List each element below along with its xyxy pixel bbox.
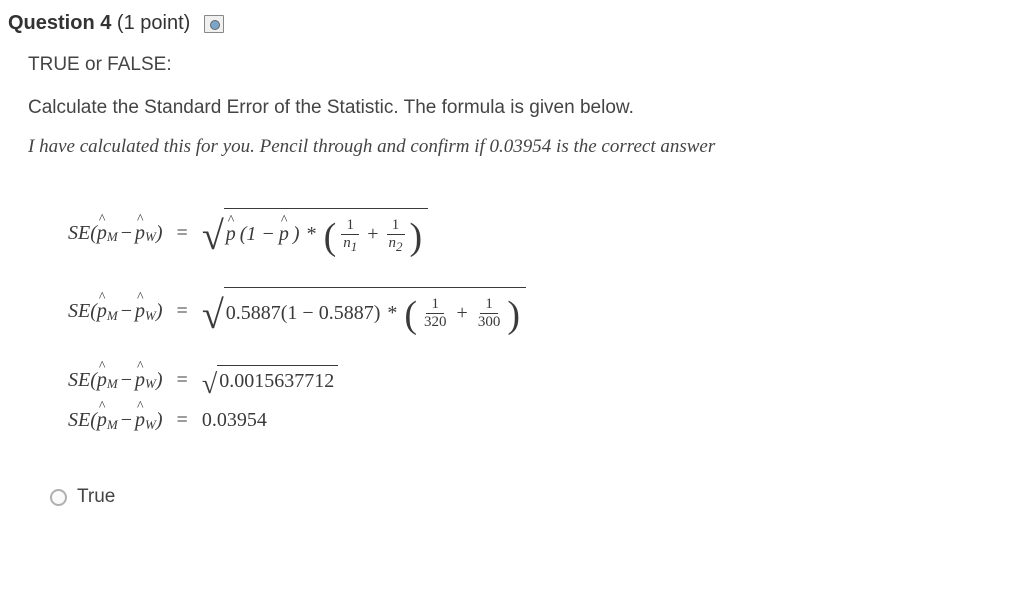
formula-lhs-2: SE( pM − pW ) — [68, 300, 163, 323]
minus-op: − — [121, 222, 132, 245]
equals: = — [177, 222, 188, 245]
formula-lhs-4: SE( pM − pW ) — [68, 409, 163, 432]
intermediate-value: 0.0015637712 — [219, 370, 334, 393]
question-points: (1 point) — [117, 12, 190, 34]
sqrt-2: √ 0.5887(1 − 0.5887) * ( 1 320 + 1 300 — [202, 287, 526, 338]
sqrt-1: √ p (1 − p ) * ( 1 n1 + — [202, 208, 428, 259]
prompt-note: I have calculated this for you. Pencil t… — [28, 136, 1016, 158]
close-paren-text: ) — [293, 223, 300, 246]
formula-line-2: SE( pM − pW ) = √ 0.5887(1 − 0.5887) * (… — [68, 287, 976, 338]
phat2: p — [279, 223, 289, 246]
radio-icon[interactable] — [50, 489, 67, 506]
question-body: TRUE or FALSE: Calculate the Standard Er… — [8, 51, 1016, 508]
radical-icon: √ — [202, 295, 224, 346]
answer-option-true[interactable]: True — [28, 486, 1016, 508]
lhs-open: SE( — [68, 222, 97, 245]
final-result: 0.03954 — [202, 409, 267, 432]
frac-1-n1: 1 n1 — [340, 217, 360, 253]
phat: p — [226, 223, 236, 246]
plus-op: + — [367, 223, 378, 246]
formula-line-1: SE( pM − pW ) = √ p (1 − p ) * ( — [68, 208, 976, 259]
frac-1-320: 1 320 — [421, 296, 450, 332]
big-paren-open: ( — [324, 222, 337, 252]
formula-lhs-3: SE( pM − pW ) — [68, 369, 163, 392]
formula-lhs: SE( pM − pW ) — [68, 222, 163, 245]
question-number: 4 — [100, 12, 111, 34]
radicand-1: p (1 − p ) * ( 1 n1 + 1 n2 — [224, 208, 428, 259]
option-label: True — [77, 486, 115, 508]
frac-1-300: 1 300 — [475, 296, 504, 332]
substituted-values: 0.5887(1 − 0.5887) — [226, 302, 381, 325]
radicand-2: 0.5887(1 − 0.5887) * ( 1 320 + 1 300 ) — [224, 287, 526, 338]
formula-line-3: SE( pM − pW ) = √ 0.0015637712 — [68, 365, 976, 395]
phat-w: p — [135, 222, 145, 245]
radical-icon: √ — [202, 216, 224, 267]
sub-w: W — [145, 229, 156, 245]
open-paren-text: (1 − — [240, 223, 275, 246]
radical-icon: √ — [202, 371, 217, 401]
question-label: Question — [8, 12, 95, 34]
radicand-3: 0.0015637712 — [217, 365, 338, 395]
big-paren-close: ) — [410, 222, 423, 252]
phat-m: p — [97, 222, 107, 245]
question-container: Question 4 (1 point) TRUE or FALSE: Calc… — [0, 0, 1024, 516]
question-title: Question 4 (1 point) — [8, 12, 190, 35]
lhs-close: ) — [156, 222, 163, 245]
prompt-true-false: TRUE or FALSE: — [28, 51, 1016, 80]
sqrt-3: √ 0.0015637712 — [202, 365, 338, 395]
times-op: * — [307, 223, 317, 246]
formula-block: SE( pM − pW ) = √ p (1 − p ) * ( — [28, 190, 1016, 468]
sub-m: M — [107, 229, 118, 245]
frac-1-n2: 1 n2 — [386, 217, 406, 253]
formula-line-4: SE( pM − pW ) = 0.03954 — [68, 409, 976, 432]
question-header: Question 4 (1 point) — [8, 12, 1016, 35]
save-icon[interactable] — [204, 15, 224, 33]
prompt-instruction: Calculate the Standard Error of the Stat… — [28, 94, 1016, 123]
